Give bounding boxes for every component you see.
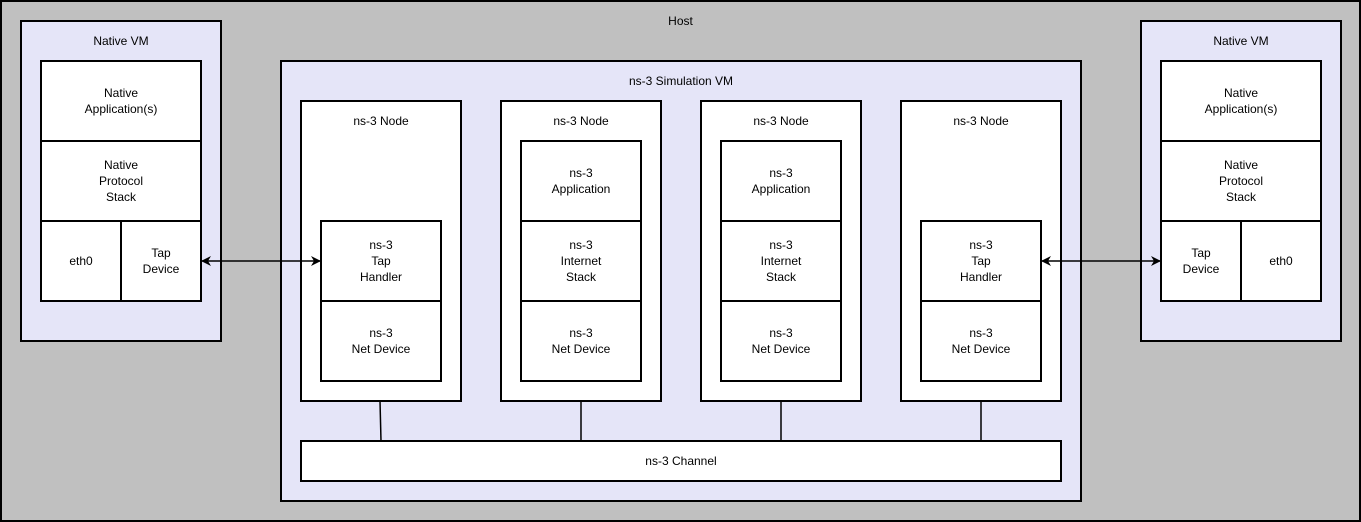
diagram: Host Native VM Native Application(s) Nat… (0, 0, 1361, 522)
connectors (201, 256, 1161, 442)
link-node-1-channel (379, 400, 382, 442)
